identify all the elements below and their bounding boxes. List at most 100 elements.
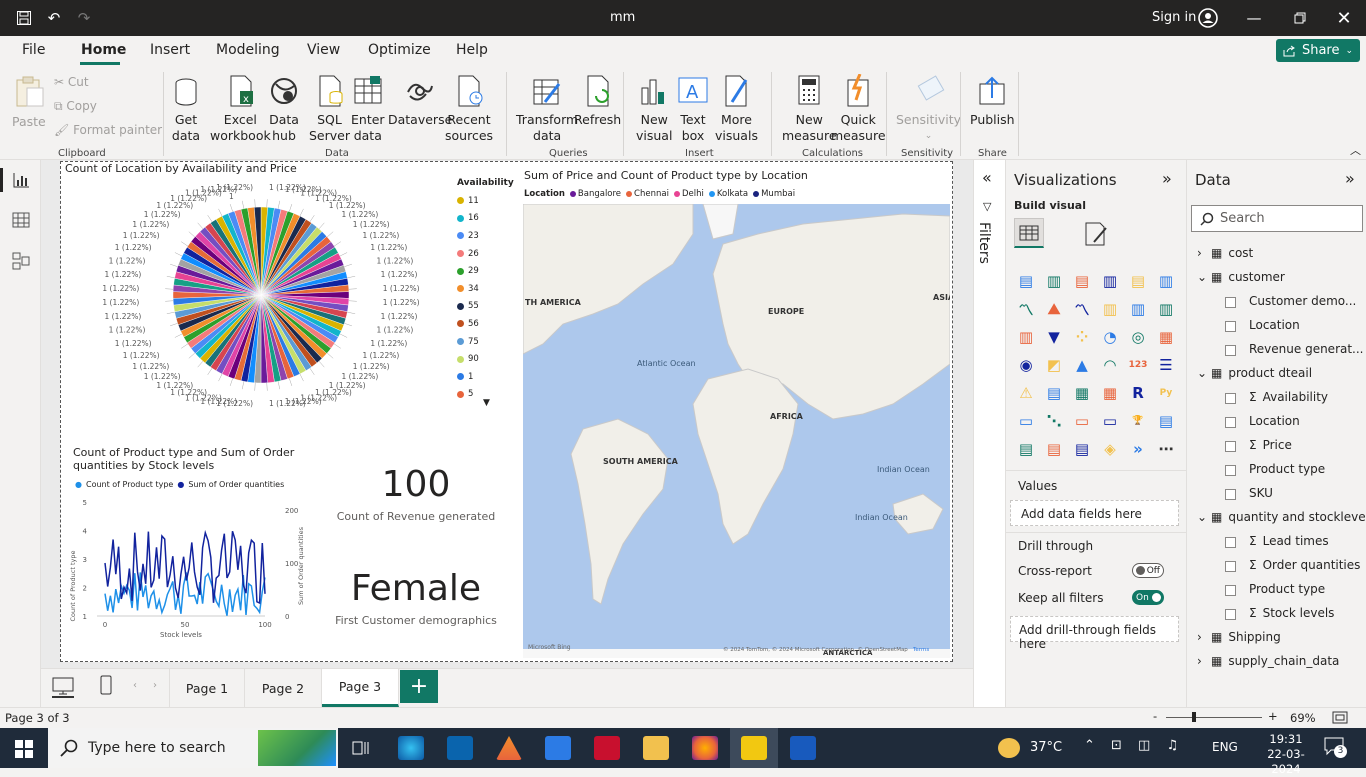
- field-checkbox[interactable]: [1225, 561, 1236, 572]
- scroll-right-icon[interactable]: ›: [153, 680, 157, 691]
- transform-data-button[interactable]: Transform data: [516, 74, 578, 144]
- menu-insert[interactable]: Insert: [150, 42, 190, 58]
- zoom-slider[interactable]: [1166, 717, 1262, 718]
- desktop-layout-icon[interactable]: [52, 677, 74, 695]
- table-node[interactable]: › ▦ supply_chain_data: [1197, 654, 1339, 668]
- map-legend-item[interactable]: Mumbai: [753, 189, 795, 199]
- new-measure-button[interactable]: New measure: [782, 74, 837, 144]
- undo-icon[interactable]: ↶: [44, 8, 64, 28]
- data-hub-button[interactable]: Data hub: [268, 74, 300, 144]
- visual-type-icon[interactable]: ⛰: [1043, 298, 1065, 320]
- table-node[interactable]: ⌄ ▦ customer: [1197, 270, 1285, 284]
- zoom-in-icon[interactable]: +: [1268, 709, 1278, 723]
- pie-legend-item[interactable]: 55: [457, 298, 517, 316]
- menu-optimize[interactable]: Optimize: [368, 42, 431, 58]
- chevron-down-icon[interactable]: ⌄: [1197, 270, 1207, 284]
- system-tray-icons[interactable]: ⌃ ⊡ ◫ ♫: [1084, 738, 1184, 753]
- field-item[interactable]: Σ Availability: [1249, 390, 1365, 404]
- visual-type-icon[interactable]: 〽: [1071, 298, 1093, 320]
- refresh-button[interactable]: Refresh: [574, 74, 621, 128]
- menu-modeling[interactable]: Modeling: [216, 42, 280, 58]
- map-terms-link[interactable]: Terms: [912, 647, 929, 653]
- field-item[interactable]: Product type: [1249, 582, 1365, 596]
- share-button[interactable]: Share ⌄: [1276, 39, 1360, 62]
- visual-type-icon[interactable]: ◉: [1015, 354, 1037, 376]
- map-legend-item[interactable]: Kolkata: [708, 189, 748, 199]
- field-item[interactable]: SKU: [1249, 486, 1365, 500]
- field-item[interactable]: Product type: [1249, 462, 1365, 476]
- store-icon[interactable]: [545, 736, 571, 760]
- field-checkbox[interactable]: [1225, 393, 1236, 404]
- pie-legend-item[interactable]: 34: [457, 280, 517, 298]
- publish-button[interactable]: Publish: [970, 74, 1015, 128]
- edge-icon[interactable]: [398, 736, 424, 760]
- keep-all-filters-toggle[interactable]: On: [1132, 590, 1164, 605]
- build-visual-tab[interactable]: [1014, 218, 1044, 248]
- visual-type-icon[interactable]: ◎: [1127, 326, 1149, 348]
- page-tab-3[interactable]: Page 3: [322, 669, 399, 707]
- cross-report-toggle[interactable]: Off: [1132, 563, 1164, 578]
- quick-measure-button[interactable]: Quick measure: [831, 74, 886, 144]
- visual-type-icon[interactable]: ▼: [1043, 326, 1065, 348]
- firefox-icon[interactable]: [692, 736, 718, 760]
- visual-type-icon[interactable]: ⋯: [1155, 438, 1177, 460]
- pie-legend-item[interactable]: 11: [457, 192, 517, 210]
- sql-server-button[interactable]: SQL Server: [309, 74, 350, 144]
- pie-legend-item[interactable]: 16: [457, 210, 517, 228]
- table-node[interactable]: ⌄ ▦ quantity and stocklevel: [1197, 510, 1366, 524]
- acrobat-icon[interactable]: [594, 736, 620, 760]
- maximize-icon[interactable]: [1290, 8, 1310, 28]
- visual-type-icon[interactable]: ◔: [1099, 326, 1121, 348]
- line-chart[interactable]: 1234501002000 50 100Stock levelsCount of P…: [69, 492, 319, 642]
- chevron-right-icon[interactable]: ›: [1197, 654, 1205, 668]
- pie-legend-item[interactable]: 1: [457, 368, 517, 386]
- visual-type-icon[interactable]: 〽: [1015, 298, 1037, 320]
- chevron-down-icon[interactable]: ⌄: [1197, 510, 1207, 524]
- map-legend-item[interactable]: Chennai: [626, 189, 669, 199]
- field-checkbox[interactable]: [1225, 297, 1236, 308]
- menu-file[interactable]: File: [22, 42, 45, 58]
- map-legend-item[interactable]: Bangalore: [569, 189, 621, 199]
- field-item[interactable]: Customer demo...: [1249, 294, 1365, 308]
- visual-type-icon[interactable]: ▦: [1155, 326, 1177, 348]
- visual-type-icon[interactable]: ▤: [1155, 410, 1177, 432]
- visual-type-icon[interactable]: R: [1127, 382, 1149, 404]
- visual-type-icon[interactable]: ▥: [1043, 270, 1065, 292]
- chevron-right-icon[interactable]: ›: [1197, 630, 1205, 644]
- chevron-down-icon[interactable]: ⌄: [1197, 366, 1207, 380]
- field-item[interactable]: Σ Price: [1249, 438, 1365, 452]
- windows-start-icon[interactable]: [15, 740, 33, 758]
- visual-type-icon[interactable]: ◈: [1099, 438, 1121, 460]
- visual-type-icon[interactable]: ▭: [1015, 410, 1037, 432]
- account-icon[interactable]: [1198, 8, 1218, 28]
- field-item[interactable]: Σ Lead times: [1249, 534, 1365, 548]
- text-box-button[interactable]: A Text box: [677, 74, 709, 144]
- sign-in-link[interactable]: Sign in: [1152, 10, 1196, 25]
- visual-type-icon[interactable]: ◩: [1043, 354, 1065, 376]
- format-visual-icon[interactable]: [1082, 220, 1110, 248]
- pie-legend-item[interactable]: 75: [457, 333, 517, 351]
- visual-type-icon[interactable]: ▭: [1071, 410, 1093, 432]
- vlc-icon[interactable]: [496, 736, 522, 760]
- collapse-visualizations-icon[interactable]: »: [1162, 169, 1172, 188]
- visual-type-icon[interactable]: ▥: [1127, 298, 1149, 320]
- dataverse-button[interactable]: Dataverse: [388, 74, 452, 128]
- visual-type-icon[interactable]: ▲: [1071, 354, 1093, 376]
- paste-button[interactable]: Paste: [12, 74, 46, 130]
- mobile-layout-icon[interactable]: [100, 675, 112, 695]
- field-item[interactable]: Revenue generat...: [1249, 342, 1365, 356]
- visual-type-icon[interactable]: ▤: [1015, 270, 1037, 292]
- visual-type-icon[interactable]: 123: [1127, 354, 1149, 376]
- table-view-icon[interactable]: [12, 212, 30, 228]
- data-search-input[interactable]: Search: [1191, 205, 1363, 232]
- field-item[interactable]: Σ Order quantities: [1249, 558, 1365, 572]
- filters-pane-collapsed[interactable]: « ▽ Filters: [973, 160, 1005, 707]
- visual-type-icon[interactable]: ⚠: [1015, 382, 1037, 404]
- pie-chart[interactable]: 1 (1.22%)1 (1.22%)1 (1.22%)1 (1.22%)1 (1…: [61, 178, 491, 408]
- report-view-icon[interactable]: [12, 172, 30, 188]
- field-checkbox[interactable]: [1225, 465, 1236, 476]
- add-page-button[interactable]: +: [400, 670, 438, 703]
- fit-to-page-icon[interactable]: [1332, 711, 1348, 724]
- redo-icon[interactable]: ↷: [74, 8, 94, 28]
- weather-icon[interactable]: [998, 738, 1020, 758]
